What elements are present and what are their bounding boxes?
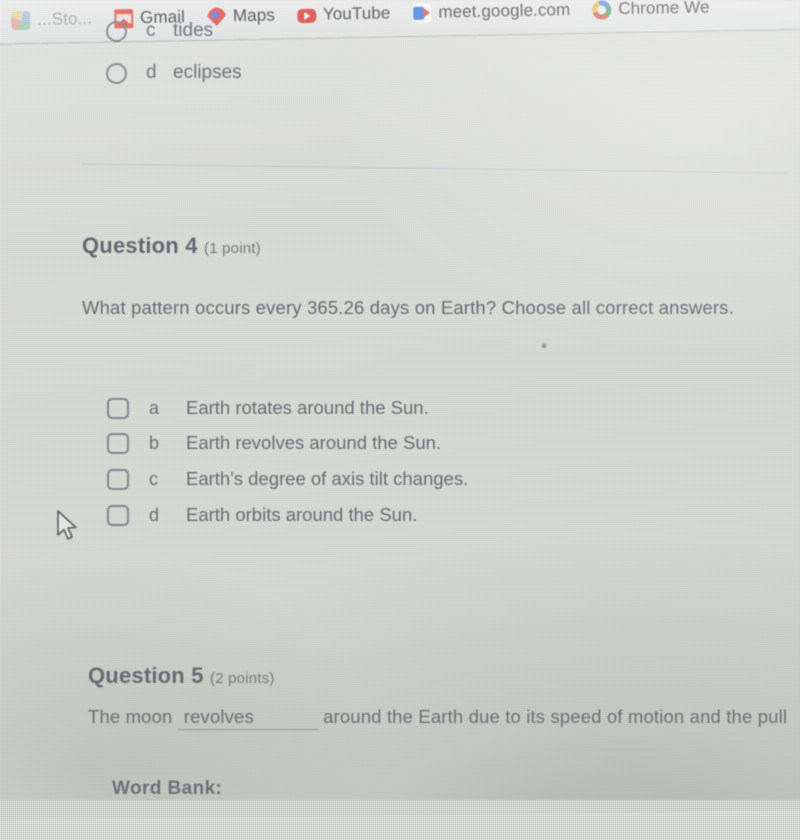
question-5-text-before: The moon [88,706,173,727]
radio-button-d[interactable] [106,62,127,84]
question-4-heading: Question 4 (1 point) [82,233,261,259]
option-text: tides [173,20,214,41]
option-letter: c [146,20,156,41]
question-5-text-after: around the Earth due to its speed of mot… [323,706,788,727]
question-5-points: (2 points) [210,670,275,687]
question-5-title: Question 5 [88,663,204,688]
question-4-choice-b[interactable]: b Earth revolves around the Sun. [107,432,441,454]
choice-letter: a [149,397,160,418]
question-4-title: Question 4 [82,233,198,258]
question-4-choice-a[interactable]: a Earth rotates around the Sun. [107,397,429,419]
checkbox-c[interactable] [107,468,129,490]
checkbox-d[interactable] [107,504,129,526]
choice-text: Earth rotates around the Sun. [186,397,429,418]
choice-letter: b [149,432,160,453]
choice-letter: c [149,468,158,489]
choice-text: Earth's degree of axis tilt changes. [186,468,469,489]
previous-question-option-d[interactable]: d eclipses [106,62,242,84]
question-4-points: (1 point) [204,240,261,257]
question-4-choice-d[interactable]: d Earth orbits around the Sun. [107,504,417,526]
question-4-choice-c[interactable]: c Earth's degree of axis tilt changes. [107,468,468,490]
choice-text: Earth revolves around the Sun. [186,432,442,453]
section-divider [82,163,788,174]
question-5-sentence: The moon revolves around the Earth due t… [88,706,787,730]
question-5-blank-input[interactable]: revolves [177,706,318,730]
option-text: eclipses [173,62,242,83]
option-letter: d [146,62,157,83]
question-4-prompt: What pattern occurs every 365.26 days on… [82,297,734,318]
checkbox-a[interactable] [107,397,129,419]
checkbox-b[interactable] [107,432,129,454]
choice-text: Earth orbits around the Sun. [186,504,418,525]
mouse-cursor [57,510,77,540]
radio-button-c[interactable] [106,20,127,42]
word-bank-label: Word Bank: [112,778,223,799]
previous-question-option-c[interactable]: c tides [106,20,213,42]
screen-dust-speck [542,344,546,348]
question-5-heading: Question 5 (2 points) [88,663,275,689]
choice-letter: d [149,504,160,525]
